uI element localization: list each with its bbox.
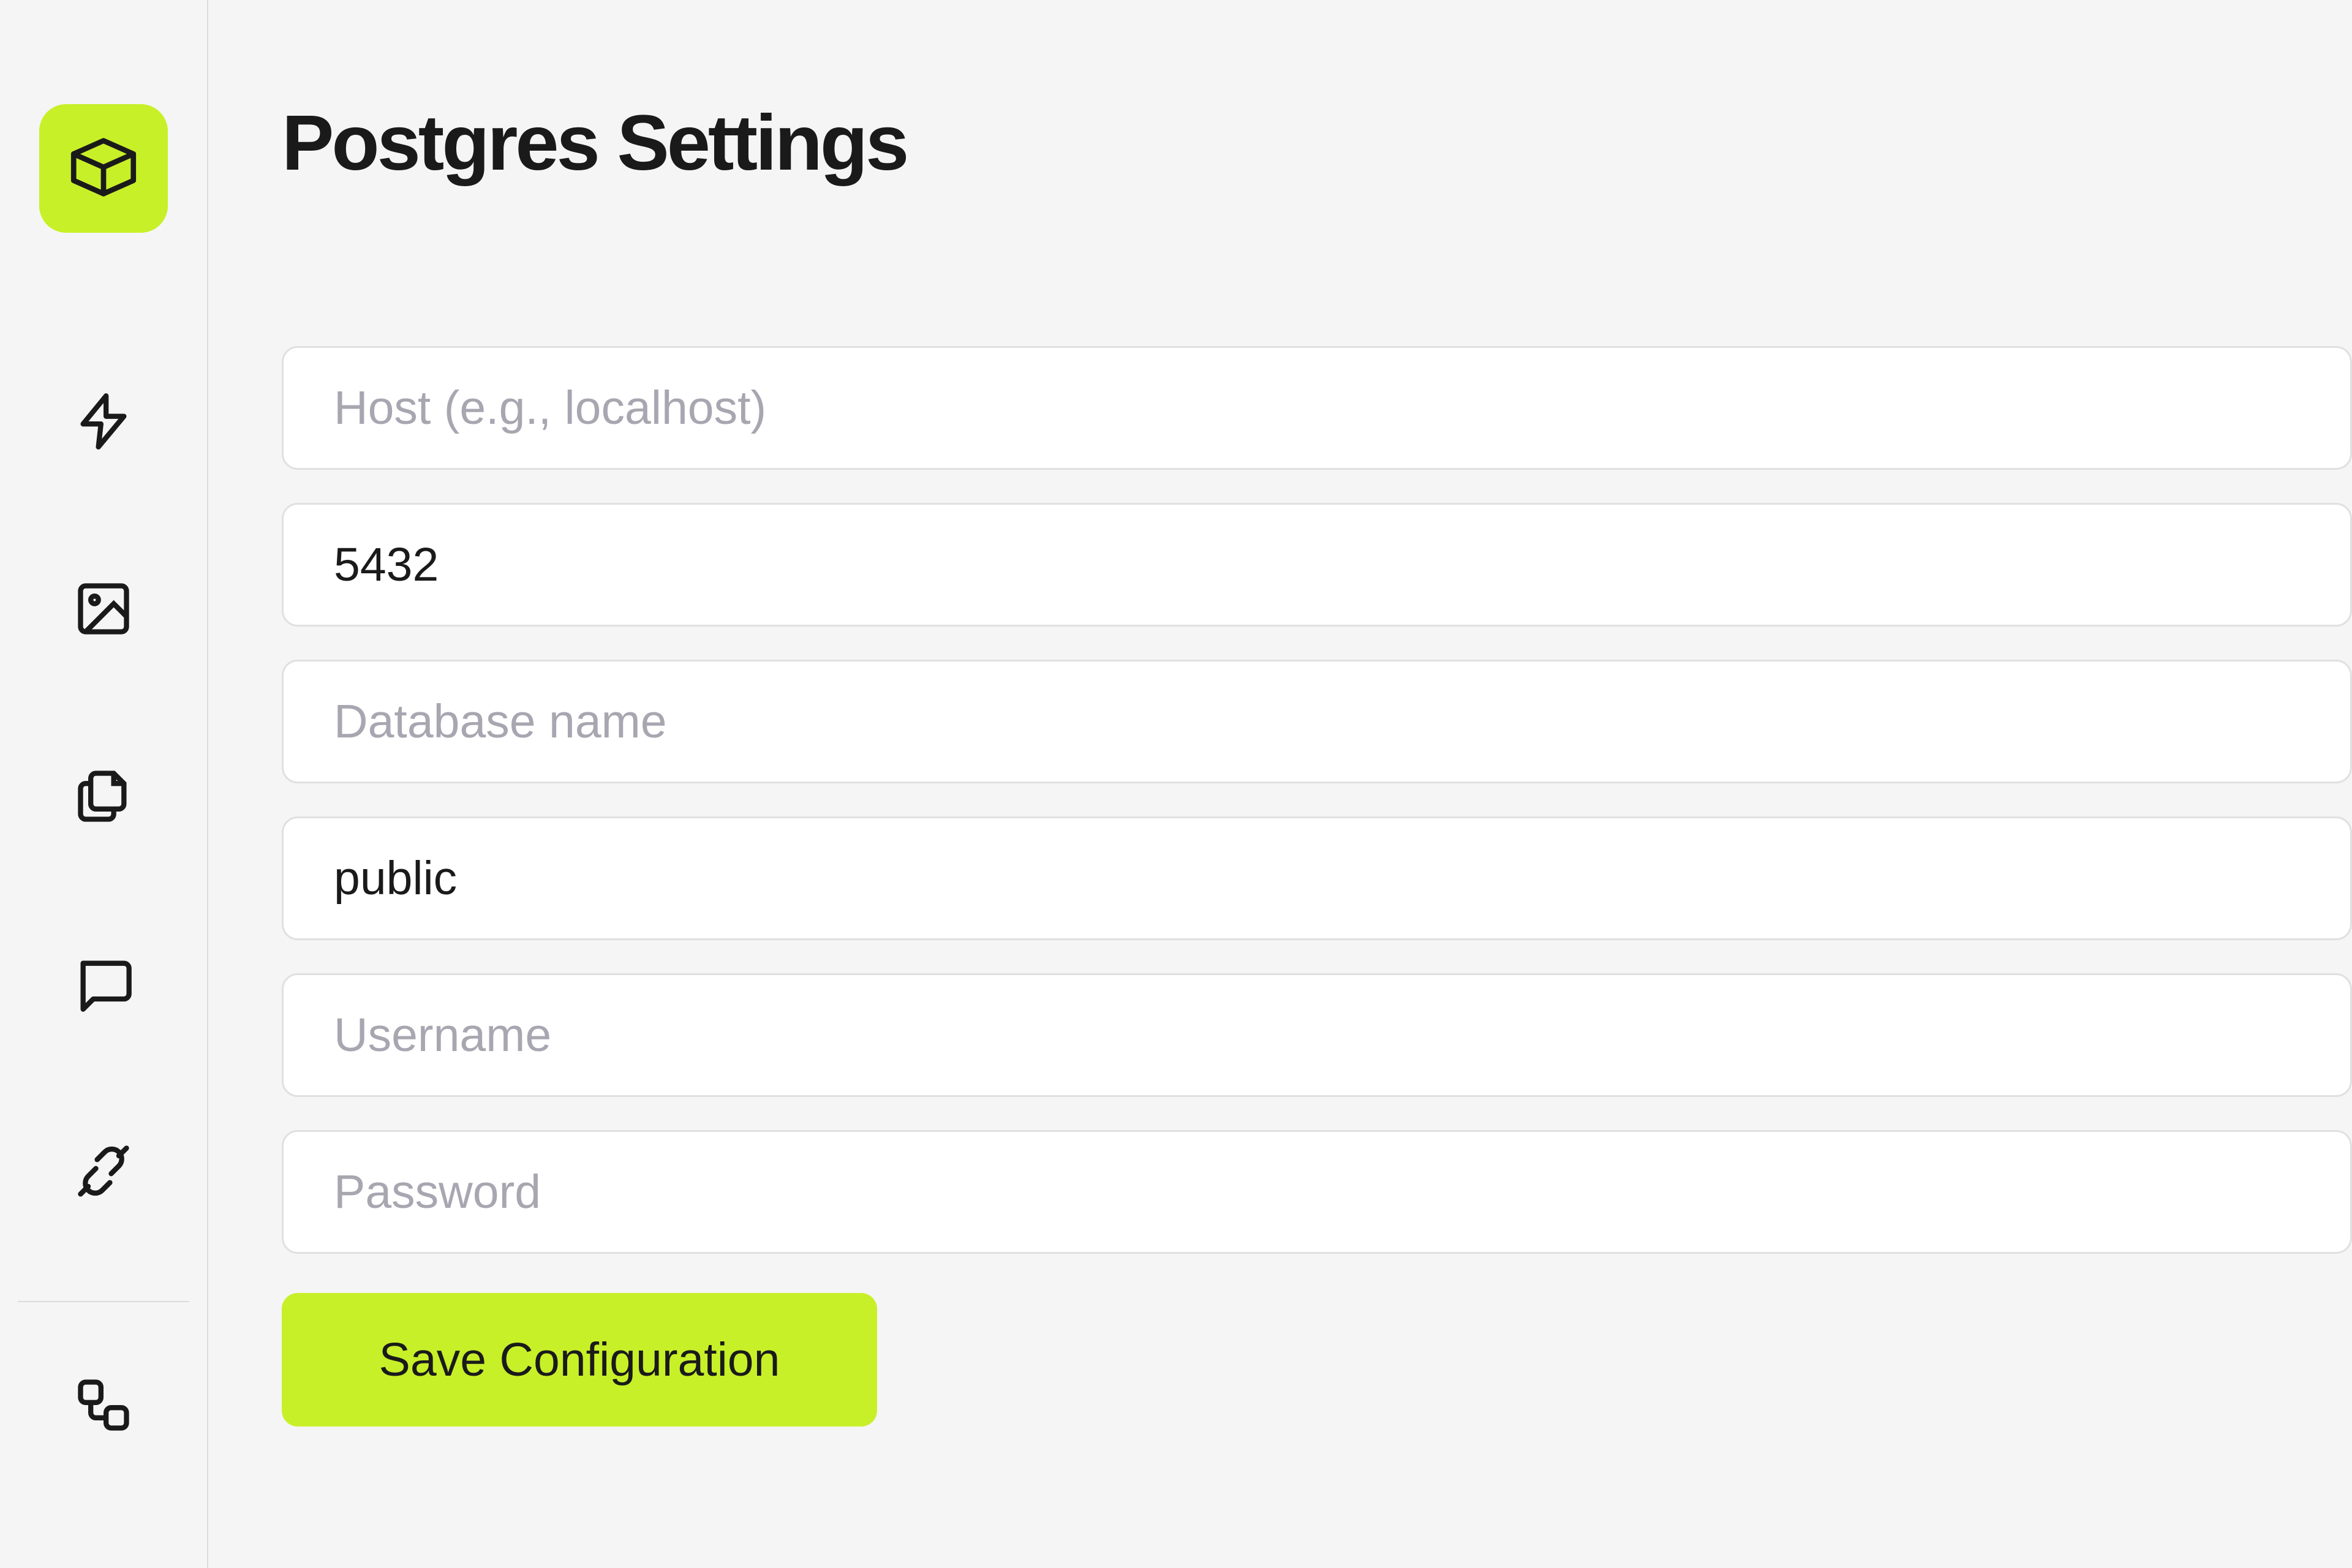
database-input[interactable] xyxy=(282,660,2352,783)
plug-icon xyxy=(73,1140,134,1205)
nav-items xyxy=(73,392,134,1203)
sidebar xyxy=(0,0,208,1568)
workflow-icon xyxy=(73,1374,134,1439)
app-logo[interactable] xyxy=(39,104,168,233)
sidebar-divider xyxy=(18,1301,189,1302)
schema-input[interactable] xyxy=(282,816,2352,940)
nav-item-chat[interactable] xyxy=(73,954,134,1016)
host-input[interactable] xyxy=(282,346,2352,470)
nav-item-integrations[interactable] xyxy=(73,1142,134,1203)
nav-item-files[interactable] xyxy=(73,767,134,828)
settings-form: Save Configuration xyxy=(282,346,2352,1427)
main-content: Postgres Settings Save Configuration xyxy=(208,0,2352,1568)
port-input[interactable] xyxy=(282,503,2352,627)
image-icon xyxy=(73,578,134,643)
nav-item-actions[interactable] xyxy=(73,392,134,453)
copy-icon xyxy=(73,766,134,830)
nav-item-media[interactable] xyxy=(73,579,134,641)
password-input[interactable] xyxy=(282,1130,2352,1254)
chat-icon xyxy=(73,953,134,1017)
page-title: Postgres Settings xyxy=(282,98,2352,188)
save-button[interactable]: Save Configuration xyxy=(282,1293,877,1427)
cube-icon xyxy=(64,127,143,210)
username-input[interactable] xyxy=(282,973,2352,1097)
nav-item-workflow[interactable] xyxy=(73,1376,134,1437)
bolt-icon xyxy=(73,391,134,455)
